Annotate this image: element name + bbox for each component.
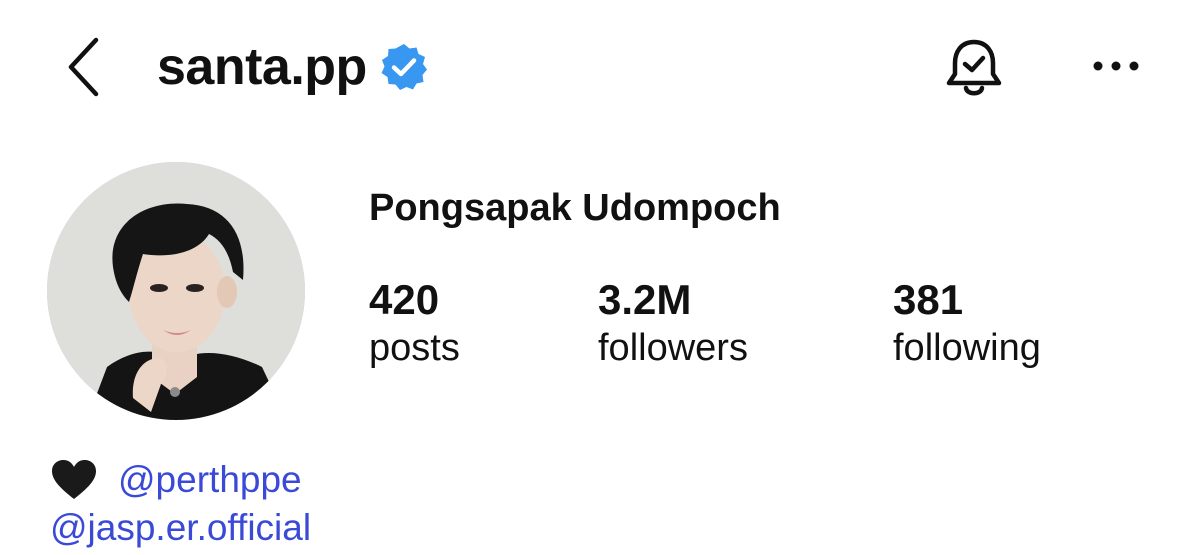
followers-label: followers: [598, 327, 748, 370]
posts-count: 420: [369, 276, 440, 323]
notification-bell-icon: [946, 39, 1002, 96]
black-heart-icon: [50, 459, 98, 501]
profile-full-name: Pongsapak Udompoch: [369, 187, 781, 229]
username-header: santa.pp: [157, 36, 429, 98]
profile-avatar[interactable]: [47, 162, 305, 420]
bio-line: @perthppe: [50, 456, 311, 504]
back-button[interactable]: [58, 36, 108, 98]
following-label: following: [893, 327, 1041, 370]
posts-stat[interactable]: 420 posts: [369, 276, 460, 372]
profile-photo: [47, 162, 305, 420]
chevron-left-icon: [68, 37, 99, 97]
ellipsis-icon: [1093, 61, 1139, 71]
posts-label: posts: [369, 327, 460, 370]
following-stat[interactable]: 381 following: [893, 276, 1041, 372]
verified-badge-icon: [379, 42, 429, 92]
username: santa.pp: [157, 38, 367, 96]
more-options-button[interactable]: [1086, 48, 1146, 84]
followers-count: 3.2M: [598, 276, 692, 323]
mention-link[interactable]: @jasp.er.official: [50, 504, 311, 552]
notifications-button[interactable]: [938, 34, 1010, 104]
bio-line: @jasp.er.official: [50, 504, 311, 552]
followers-stat[interactable]: 3.2M followers: [598, 276, 748, 372]
following-count: 381: [893, 276, 964, 323]
profile-bio: @perthppe @jasp.er.official: [50, 456, 311, 552]
mention-link[interactable]: @perthppe: [118, 456, 302, 504]
